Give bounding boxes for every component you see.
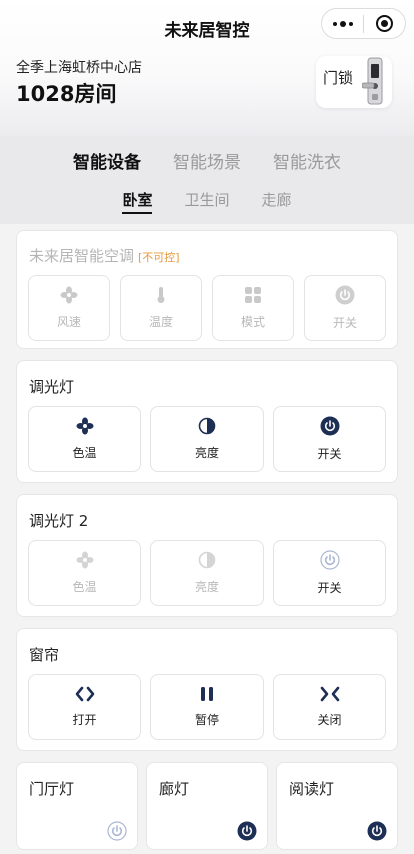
dimmer-color-temp-label: 色温 [72, 446, 97, 460]
door-lock-icon [362, 57, 383, 105]
hallway-light-title: 门厅灯 [29, 780, 75, 798]
fan-icon [60, 286, 78, 304]
tab-smart-laundry[interactable]: 智能洗衣 [273, 148, 341, 173]
curtain-pause-button[interactable]: 暂停 [150, 674, 264, 740]
curtain-open-label: 打开 [72, 713, 97, 727]
dimmer-color-temp-button[interactable]: 色温 [28, 406, 141, 472]
brightness-icon [198, 551, 216, 569]
dimmer-light-2-card: 调光灯 2 色温 亮度 开关 [16, 494, 398, 617]
tab-bathroom[interactable]: 卫生间 [184, 189, 229, 214]
power-icon[interactable] [107, 821, 127, 841]
power-icon [320, 416, 339, 436]
curtain-pause-label: 暂停 [194, 713, 219, 727]
curtain-open-icon [75, 686, 94, 702]
curtain-title: 窗帘 [29, 646, 60, 664]
ac-mode-label: 模式 [240, 315, 265, 329]
dimmer-light-title: 调光灯 [29, 378, 75, 396]
mode-grid-icon [245, 287, 261, 303]
room-number: 1028房间 [16, 82, 117, 106]
dimmer2-color-temp-button[interactable]: 色温 [28, 540, 141, 606]
color-temperature-icon [76, 551, 93, 569]
color-temperature-icon [76, 417, 93, 435]
tab-smart-scenes[interactable]: 智能场景 [173, 148, 241, 173]
reading-light-title: 阅读灯 [289, 780, 335, 798]
dimmer2-color-temp-label: 色温 [72, 580, 97, 594]
door-lock-button[interactable]: 门锁 [316, 56, 392, 108]
dimmer-power-button[interactable]: 开关 [273, 406, 386, 472]
main-tabs: 智能设备 智能场景 智能洗衣 [0, 148, 414, 173]
close-target-icon[interactable] [364, 15, 405, 32]
hotel-name: 全季上海虹桥中心店 [16, 60, 142, 76]
power-icon[interactable] [237, 821, 257, 841]
ac-power-button[interactable]: 开关 [304, 275, 386, 341]
tabs-area: 智能设备 智能场景 智能洗衣 卧室 卫生间 走廊 [0, 136, 414, 224]
curtain-open-button[interactable]: 打开 [28, 674, 141, 740]
ac-name: 未来居智能空调 [29, 247, 135, 265]
tab-smart-devices[interactable]: 智能设备 [73, 148, 141, 173]
door-lock-label: 门锁 [323, 69, 354, 87]
reading-light-card[interactable]: 阅读灯 [276, 762, 398, 850]
curtain-card: 窗帘 打开 暂停 关闭 [16, 628, 398, 751]
dimmer-power-label: 开关 [317, 447, 342, 461]
tab-bedroom[interactable]: 卧室 [122, 189, 153, 214]
power-icon [335, 285, 355, 305]
power-icon[interactable] [367, 821, 387, 841]
pause-icon [201, 687, 213, 701]
curtain-close-button[interactable]: 关闭 [273, 674, 386, 740]
more-icon[interactable] [322, 20, 363, 27]
dimmer-brightness-label: 亮度 [194, 446, 219, 460]
mini-program-capsule [321, 8, 406, 39]
thermometer-icon [157, 287, 165, 303]
ac-card: 未来居智能空调 [不可控] 风速 温度 模式 开关 [16, 230, 398, 349]
curtain-close-icon [320, 686, 339, 702]
device-list: 未来居智能空调 [不可控] 风速 温度 模式 开关 调光灯 色温 亮度 开关 调… [0, 224, 414, 854]
uncontrollable-badge: [不可控] [138, 251, 180, 264]
room-tabs: 卧室 卫生间 走廊 [0, 189, 414, 214]
ac-fan-speed-button[interactable]: 风速 [28, 275, 110, 341]
dimmer2-power-button[interactable]: 开关 [273, 540, 386, 606]
ac-temperature-label: 温度 [148, 315, 173, 329]
curtain-close-label: 关闭 [317, 713, 342, 727]
power-icon [319, 550, 340, 570]
corridor-light-card[interactable]: 廊灯 [146, 762, 268, 850]
tab-corridor[interactable]: 走廊 [262, 189, 292, 214]
ac-mode-button[interactable]: 模式 [212, 275, 294, 341]
header: 未来居智控 全季上海虹桥中心店 1028房间 门锁 [0, 0, 414, 136]
ac-temperature-button[interactable]: 温度 [120, 275, 202, 341]
corridor-light-title: 廊灯 [159, 780, 190, 798]
dimmer-brightness-button[interactable]: 亮度 [150, 406, 264, 472]
dimmer-light-card: 调光灯 色温 亮度 开关 [16, 360, 398, 483]
ac-power-label: 开关 [332, 316, 357, 330]
dimmer-light-2-title: 调光灯 2 [29, 512, 89, 530]
ac-fan-speed-label: 风速 [56, 315, 81, 329]
dimmer2-brightness-button[interactable]: 亮度 [150, 540, 264, 606]
dimmer2-brightness-label: 亮度 [194, 580, 219, 594]
dimmer2-power-label: 开关 [317, 581, 342, 595]
brightness-icon [198, 417, 216, 435]
ac-title: 未来居智能空调 [不可控] [29, 245, 180, 266]
hallway-light-card[interactable]: 门厅灯 [16, 762, 138, 850]
